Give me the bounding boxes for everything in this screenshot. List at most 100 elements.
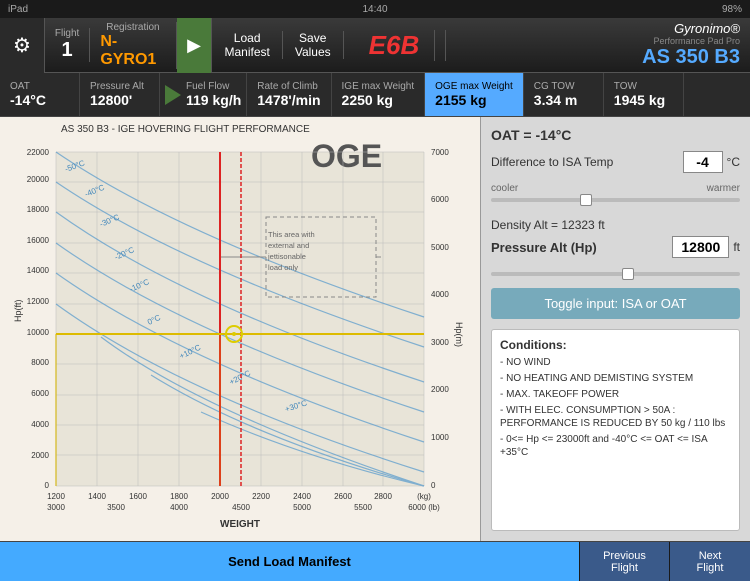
svg-text:2600: 2600: [334, 492, 352, 501]
model-label: AS 350 B3: [642, 46, 740, 69]
svg-text:jettisonable: jettisonable: [267, 252, 306, 261]
play-button[interactable]: ▶: [177, 18, 213, 73]
carrier-label: iPad: [8, 4, 28, 15]
isa-temp-slider-track: [491, 198, 740, 202]
svg-text:3000: 3000: [47, 503, 65, 512]
gear-button[interactable]: ⚙: [0, 18, 45, 73]
previous-flight-button[interactable]: Previous Flight: [580, 542, 670, 581]
fuel-flow-value: 119 kg/h: [186, 92, 241, 108]
svg-text:0: 0: [45, 481, 50, 490]
next-flight-button[interactable]: Next Flight: [670, 542, 750, 581]
info-bar: OAT -14°C Pressure Alt 12800' Fuel Flow …: [0, 73, 750, 117]
svg-text:7000: 7000: [431, 148, 449, 157]
svg-text:WEIGHT: WEIGHT: [220, 519, 260, 530]
diff-row: Difference to ISA Temp -4 °C: [491, 151, 740, 173]
ige-weight-label: IGE max Weight: [342, 81, 415, 92]
condition-item-2: - NO HEATING AND DEMISTING SYSTEM: [500, 372, 731, 385]
svg-text:2000: 2000: [31, 451, 49, 460]
cooler-label: cooler: [491, 183, 518, 194]
main-content: AS 350 B3 - IGE HOVERING FLIGHT PERFORMA…: [0, 117, 750, 541]
pressure-slider-thumb[interactable]: [622, 268, 634, 280]
save-values-label: Save Values: [295, 31, 331, 59]
svg-text:This area with: This area with: [268, 230, 315, 239]
fuel-arrow-icon: [165, 85, 181, 105]
svg-text:6000 (lb): 6000 (lb): [408, 503, 440, 512]
svg-text:4500: 4500: [232, 503, 250, 512]
ige-weight-cell: IGE max Weight 2250 kg: [332, 73, 426, 116]
chart-title-text: AS 350 B3 - IGE HOVERING FLIGHT PERFORMA…: [61, 124, 310, 135]
pressure-alt-value-panel: 12800: [672, 236, 729, 258]
time-display: 14:40: [362, 4, 387, 15]
density-alt-display: Density Alt = 12323 ft: [491, 218, 740, 232]
svg-text:18000: 18000: [27, 205, 50, 214]
flight-label: Flight: [55, 28, 79, 39]
chart-area[interactable]: AS 350 B3 - IGE HOVERING FLIGHT PERFORMA…: [0, 117, 480, 541]
svg-text:1600: 1600: [129, 492, 147, 501]
previous-flight-label: Previous Flight: [603, 550, 646, 574]
tow-value: 1945 kg: [614, 92, 673, 108]
conditions-box: Conditions: - NO WIND - NO HEATING AND D…: [491, 329, 740, 531]
svg-text:8000: 8000: [31, 358, 49, 367]
pressure-alt-cell: Pressure Alt 12800': [80, 73, 160, 116]
svg-text:0: 0: [431, 481, 436, 490]
svg-text:5000: 5000: [431, 243, 449, 252]
svg-text:Hp(m): Hp(m): [454, 322, 464, 347]
svg-text:6000: 6000: [31, 389, 49, 398]
cg-tow-cell: CG TOW 3.34 m: [524, 73, 604, 116]
pressure-slider-row: [491, 268, 740, 280]
condition-item-3: - MAX. TAKEOFF POWER: [500, 388, 731, 401]
oge-big-label: OGE: [311, 138, 382, 174]
pressure-alt-value: 12800': [90, 92, 149, 108]
pressure-alt-unit: ft: [733, 240, 740, 254]
diff-label: Difference to ISA Temp: [491, 155, 683, 169]
svg-text:2400: 2400: [293, 492, 311, 501]
svg-text:16000: 16000: [27, 236, 50, 245]
pressure-alt-row: Pressure Alt (Hp) 12800 ft: [491, 236, 740, 258]
tow-cell: TOW 1945 kg: [604, 73, 684, 116]
registration-label: Registration: [106, 22, 159, 33]
svg-text:1200: 1200: [47, 492, 65, 501]
flight-section: Flight 1: [45, 28, 90, 62]
rate-climb-value: 1478'/min: [257, 92, 320, 108]
save-values-button[interactable]: Save Values: [283, 31, 344, 59]
oge-weight-cell[interactable]: OGE max Weight 2155 kg: [425, 73, 524, 116]
toggle-isa-oat-button[interactable]: Toggle input: ISA or OAT: [491, 288, 740, 319]
svg-text:5500: 5500: [354, 503, 372, 512]
isa-temp-slider-thumb[interactable]: [580, 194, 592, 206]
svg-text:4000: 4000: [431, 290, 449, 299]
oge-weight-value: 2155 kg: [435, 92, 513, 108]
gear-icon: ⚙: [13, 33, 31, 58]
conditions-title: Conditions:: [500, 338, 731, 352]
condition-item-5: - 0<= Hp <= 23000ft and -40°C <= OAT <= …: [500, 433, 731, 459]
ige-weight-value: 2250 kg: [342, 92, 415, 108]
svg-text:2800: 2800: [374, 492, 392, 501]
logo-section: Gyronimo® Performance Pad Pro AS 350 B3: [446, 21, 750, 69]
oat-label: OAT: [10, 81, 69, 92]
svg-text:4000: 4000: [31, 420, 49, 429]
diff-unit: °C: [727, 155, 740, 169]
oge-weight-label: OGE max Weight: [435, 81, 513, 92]
svg-text:3500: 3500: [107, 503, 125, 512]
isa-temp-slider-row: cooler warmer: [491, 183, 740, 206]
oat-cell: OAT -14°C: [0, 73, 80, 116]
svg-text:Hp(ft): Hp(ft): [13, 299, 23, 322]
svg-text:20000: 20000: [27, 175, 50, 184]
send-load-manifest-button[interactable]: Send Load Manifest: [0, 542, 580, 581]
pressure-alt-label-panel: Pressure Alt (Hp): [491, 240, 672, 255]
status-bar: iPad 14:40 98%: [0, 0, 750, 18]
oat-value: -14°C: [10, 92, 69, 108]
rate-climb-label: Rate of Climb: [257, 81, 320, 92]
flight-number: 1: [62, 39, 73, 62]
load-manifest-button[interactable]: Load Manifest: [212, 31, 282, 59]
pressure-slider-track: [491, 272, 740, 276]
svg-text:external and: external and: [268, 241, 309, 250]
play-icon: ▶: [187, 35, 201, 56]
svg-text:2200: 2200: [252, 492, 270, 501]
condition-item-4: - WITH ELEC. CONSUMPTION > 50A : PERFORM…: [500, 404, 731, 430]
svg-text:1800: 1800: [170, 492, 188, 501]
diff-value: -4: [683, 151, 723, 173]
battery-indicator: 98%: [722, 4, 742, 15]
svg-text:2000: 2000: [431, 385, 449, 394]
e6b-label: E6B: [354, 30, 436, 61]
svg-text:5000: 5000: [293, 503, 311, 512]
